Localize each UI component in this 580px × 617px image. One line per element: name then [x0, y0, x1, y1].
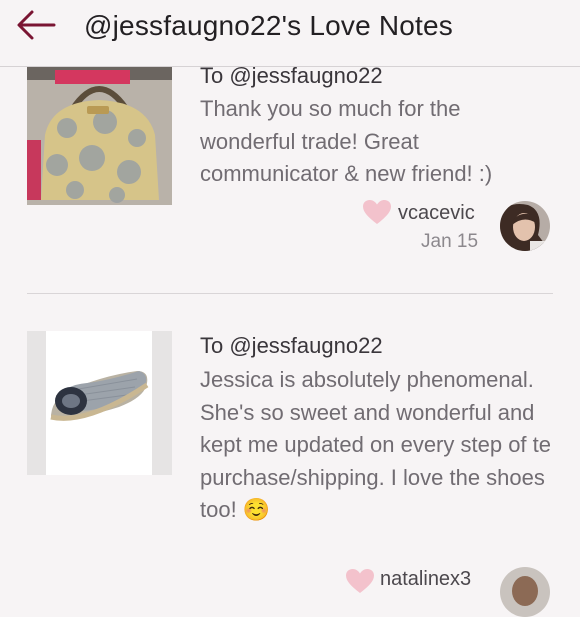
- note-author-username[interactable]: natalinex3: [380, 566, 471, 592]
- back-button[interactable]: [14, 8, 60, 42]
- heart-icon-shape: [346, 569, 374, 593]
- listing-thumbnail-espadrille[interactable]: [27, 331, 172, 475]
- author-avatar[interactable]: [500, 567, 550, 617]
- note-message: Jessica is absolutely phenomenal. She's …: [200, 367, 552, 523]
- heart-icon: [346, 569, 374, 593]
- note-author-username[interactable]: vcacevic: [398, 200, 475, 226]
- note-message: Thank you so much for the wonderful trad…: [200, 96, 493, 187]
- top-nav-bar: @jessfaugno22's Love Notes: [0, 0, 580, 67]
- heart-icon-shape: [363, 200, 391, 224]
- note-date: Jan 15: [421, 231, 479, 252]
- heart-icon: [363, 200, 391, 224]
- love-notes-list: To @jessfaugno22 Thank you so much for t…: [0, 0, 580, 617]
- back-arrow-icon-shape: [17, 10, 56, 40]
- note-recipient: To @jessfaugno22: [200, 333, 383, 358]
- back-arrow-icon: [17, 10, 56, 40]
- note-divider: [27, 293, 553, 294]
- author-avatar[interactable]: [500, 201, 550, 251]
- page-title: @jessfaugno22's Love Notes: [84, 10, 453, 41]
